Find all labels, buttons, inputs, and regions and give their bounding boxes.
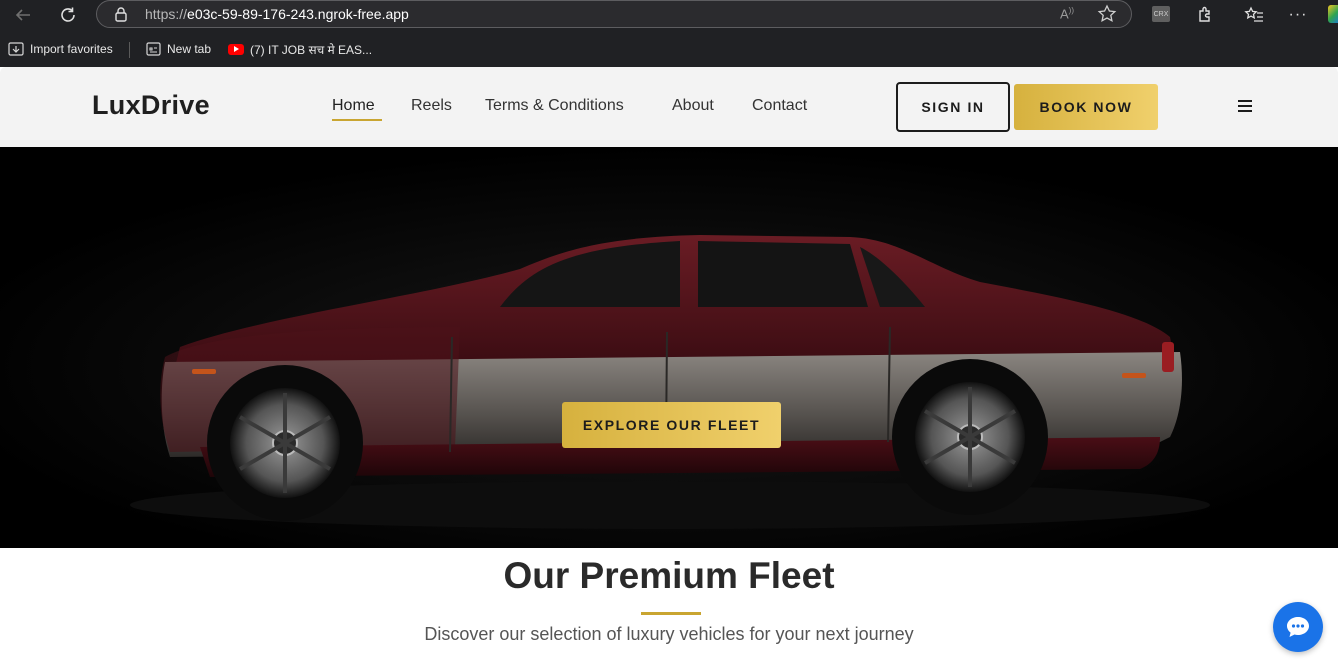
new-tab-icon <box>146 42 161 56</box>
bookmark-youtube[interactable]: (7) IT JOB सच मे EAS... <box>228 39 372 59</box>
nav-active-indicator <box>332 119 382 121</box>
copilot-icon[interactable] <box>1328 5 1338 23</box>
sign-in-button[interactable]: SIGN IN <box>896 82 1010 132</box>
url-text: https://e03c-59-89-176-243.ngrok-free.ap… <box>145 6 409 22</box>
extensions-icon[interactable] <box>1192 3 1218 27</box>
favorites-list-icon[interactable] <box>1241 3 1267 27</box>
bookmarks-bar: Import favorites New tab (7) IT JOB सच म… <box>0 30 1338 67</box>
back-icon[interactable] <box>10 3 36 27</box>
bookmark-new-tab[interactable]: New tab <box>146 39 211 59</box>
hero-banner: EXPLORE OUR FLEET <box>0 147 1338 548</box>
browser-toolbar: https://e03c-59-89-176-243.ngrok-free.ap… <box>0 0 1338 30</box>
hero-car-image <box>0 147 1338 548</box>
address-bar[interactable]: https://e03c-59-89-176-243.ngrok-free.ap… <box>96 0 1132 28</box>
nav-about[interactable]: About <box>672 97 714 115</box>
import-icon <box>8 42 24 56</box>
bookmark-import-favorites[interactable]: Import favorites <box>8 39 113 59</box>
more-options-icon[interactable]: ··· <box>1285 3 1311 27</box>
site-header: LuxDrive Home Reels Terms & Conditions A… <box>0 67 1338 147</box>
nav-reels[interactable]: Reels <box>411 97 452 115</box>
nav-home[interactable]: Home <box>332 97 375 115</box>
section-title: Our Premium Fleet <box>503 555 835 596</box>
nav-contact[interactable]: Contact <box>752 97 807 115</box>
book-now-button[interactable]: BOOK NOW <box>1014 84 1158 130</box>
refresh-icon[interactable] <box>55 3 81 27</box>
crx-extension-icon[interactable]: CRX <box>1152 6 1170 22</box>
section-divider <box>641 612 701 615</box>
bookmark-label: (7) IT JOB सच मे EAS... <box>250 42 373 57</box>
bookmark-label: Import favorites <box>30 42 113 56</box>
favorite-star-icon[interactable] <box>1097 4 1117 29</box>
youtube-icon <box>228 43 244 55</box>
explore-fleet-button[interactable]: EXPLORE OUR FLEET <box>562 402 781 448</box>
site-logo[interactable]: LuxDrive <box>92 90 210 121</box>
hamburger-icon[interactable] <box>1236 98 1254 114</box>
bookmark-divider <box>129 42 130 58</box>
read-aloud-icon[interactable]: A)) <box>1060 6 1074 21</box>
bookmark-label: New tab <box>167 42 212 56</box>
chat-button[interactable] <box>1273 602 1323 652</box>
section-subtitle: Discover our selection of luxury vehicle… <box>424 624 914 644</box>
nav-terms-conditions[interactable]: Terms & Conditions <box>485 97 624 115</box>
chat-bubble-icon <box>1287 617 1309 637</box>
lock-icon[interactable] <box>114 6 128 27</box>
